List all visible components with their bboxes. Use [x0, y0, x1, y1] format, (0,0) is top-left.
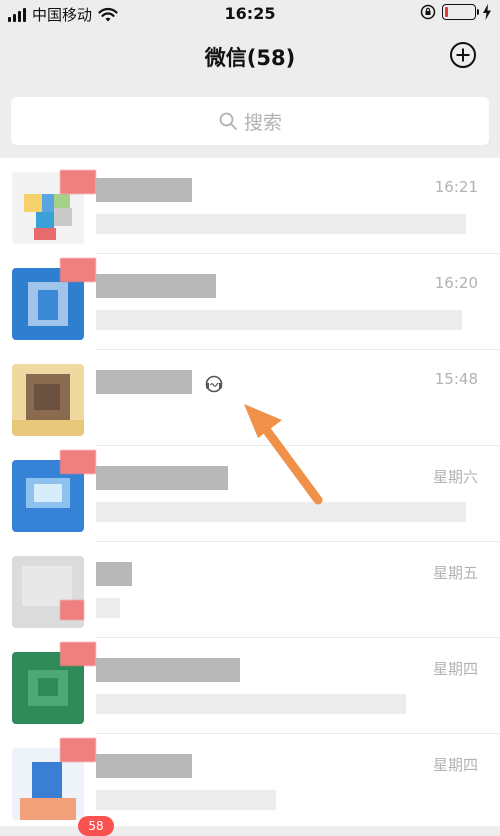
contact-name-blurred — [96, 562, 132, 586]
search-placeholder: 搜索 — [243, 111, 282, 134]
chat-row[interactable]: 星期四 — [0, 734, 500, 826]
unread-badge — [60, 450, 96, 474]
message-preview-blurred — [96, 694, 406, 714]
header: 微信(58) — [0, 28, 500, 86]
battery-level — [445, 7, 448, 17]
chat-row[interactable]: 16:20 — [0, 254, 500, 350]
headset-icon — [205, 375, 223, 393]
unread-badge — [60, 738, 96, 762]
chats-tab-badge: 58 — [78, 816, 114, 836]
chat-time: 16:20 — [434, 274, 478, 292]
chat-row[interactable]: 星期五 — [0, 542, 500, 638]
contact-name-blurred — [96, 754, 192, 778]
chat-time: 16:21 — [434, 178, 478, 196]
chat-row[interactable]: 15:48 — [0, 350, 500, 446]
search-input[interactable]: 搜索 — [11, 97, 489, 145]
page-title: 微信(58) — [204, 46, 296, 70]
charging-icon — [483, 4, 491, 20]
unread-badge — [60, 170, 96, 194]
search-icon — [219, 112, 237, 130]
chat-time: 15:48 — [434, 370, 478, 388]
message-preview-blurred — [96, 598, 120, 618]
add-button[interactable] — [450, 42, 476, 68]
chat-row[interactable]: 16:21 — [0, 158, 500, 254]
contact-name-blurred — [96, 466, 228, 490]
status-bar: 中国移动 16:25 — [0, 0, 500, 28]
message-preview-blurred — [96, 790, 276, 810]
contact-name-blurred — [96, 274, 216, 298]
chat-row[interactable]: 星期六 — [0, 446, 500, 542]
contact-name-blurred — [96, 178, 192, 202]
chat-time: 星期四 — [432, 660, 478, 678]
rotation-lock-icon — [420, 4, 436, 20]
chat-time: 星期四 — [432, 756, 478, 774]
battery-icon — [442, 4, 479, 20]
chat-list: 16:21 16:20 15:48 星期六 星期五 星期四 星期四 — [0, 158, 500, 826]
unread-badge — [60, 258, 96, 282]
message-preview-blurred — [96, 214, 466, 234]
chat-row[interactable]: 星期四 — [0, 638, 500, 734]
message-preview-blurred — [96, 310, 462, 330]
unread-badge — [60, 642, 96, 666]
contact-name-blurred — [96, 658, 240, 682]
chat-time: 星期六 — [432, 468, 478, 486]
unread-badge — [60, 600, 84, 620]
contact-name-blurred — [96, 370, 192, 394]
avatar — [12, 364, 84, 436]
message-preview-blurred — [96, 502, 466, 522]
status-right — [420, 4, 492, 20]
chat-time: 星期五 — [432, 564, 478, 582]
